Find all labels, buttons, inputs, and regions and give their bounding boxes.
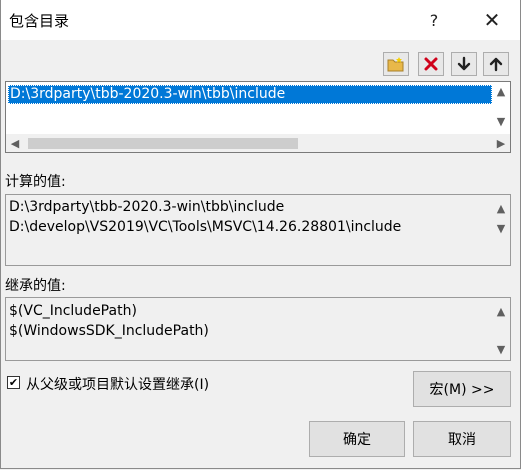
inherited-values-box: $(VC_IncludePath) $(WindowsSDK_IncludePa… <box>5 297 511 361</box>
list-vertical-scrollbar[interactable]: ▲ ▼ <box>492 82 510 134</box>
inherited-scrollbar[interactable]: ▲ ▼ <box>492 298 510 360</box>
scroll-down-icon[interactable]: ▼ <box>492 112 510 130</box>
scroll-down-icon[interactable]: ▼ <box>492 219 510 237</box>
help-icon: ? <box>429 10 439 30</box>
scroll-up-icon[interactable]: ▲ <box>492 199 510 217</box>
inherited-line: $(WindowsSDK_IncludePath) <box>9 323 209 339</box>
macros-button[interactable]: 宏(M) >> <box>413 371 511 407</box>
delete-x-icon <box>424 57 438 71</box>
inherited-values-label: 继承的值: <box>5 278 66 294</box>
delete-line-button[interactable] <box>418 52 444 76</box>
list-horizontal-scrollbar[interactable]: ◀ ▶ <box>6 134 510 152</box>
close-button[interactable]: ✕ <box>469 4 515 36</box>
scroll-up-icon[interactable]: ▲ <box>492 302 510 320</box>
scroll-thumb[interactable] <box>28 138 298 149</box>
include-directories-dialog: 包含目录 ? ✕ D:\3rdparty\tbb-2020.3-win\tbb\… <box>0 0 521 469</box>
close-icon: ✕ <box>483 8 501 32</box>
inherit-checkbox-label[interactable]: 从父级或项目默认设置继承(I) <box>26 374 209 394</box>
scroll-down-icon[interactable]: ▼ <box>492 340 510 358</box>
computed-values-box: D:\3rdparty\tbb-2020.3-win\tbb\include D… <box>5 194 511 266</box>
scroll-left-icon[interactable]: ◀ <box>6 134 24 152</box>
computed-line: D:\develop\VS2019\VC\Tools\MSVC\14.26.28… <box>9 219 402 235</box>
move-up-button[interactable] <box>483 52 509 76</box>
cancel-button[interactable]: 取消 <box>413 421 511 457</box>
scroll-right-icon[interactable]: ▶ <box>492 134 510 152</box>
computed-scrollbar[interactable]: ▲ ▼ <box>492 195 510 265</box>
arrow-down-icon <box>457 56 471 71</box>
new-folder-icon <box>387 57 404 72</box>
title-bar: 包含目录 ? ✕ <box>1 0 520 40</box>
inherited-line: $(VC_IncludePath) <box>9 303 137 319</box>
ok-button[interactable]: 确定 <box>309 421 405 457</box>
scroll-up-icon[interactable]: ▲ <box>492 82 510 100</box>
computed-values-label: 计算的值: <box>5 174 66 190</box>
arrow-up-icon <box>489 57 503 72</box>
help-button[interactable]: ? <box>411 4 457 36</box>
computed-line: D:\3rdparty\tbb-2020.3-win\tbb\include <box>9 199 285 215</box>
list-item[interactable]: D:\3rdparty\tbb-2020.3-win\tbb\include <box>8 85 492 104</box>
inherit-checkbox[interactable]: ✔ <box>7 376 20 389</box>
checkmark-icon: ✔ <box>8 376 19 389</box>
move-down-button[interactable] <box>451 52 477 76</box>
directory-list[interactable]: D:\3rdparty\tbb-2020.3-win\tbb\include ▲… <box>5 81 511 153</box>
new-line-button[interactable] <box>383 52 409 76</box>
dialog-title: 包含目录 <box>9 12 70 30</box>
